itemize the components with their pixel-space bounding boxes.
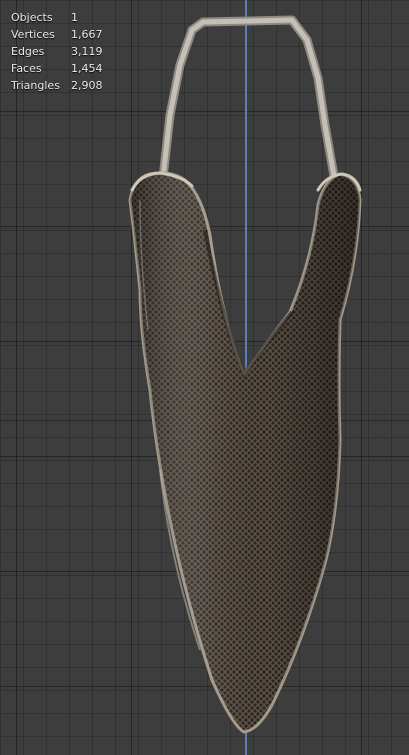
- stat-value: 3,119: [71, 45, 103, 58]
- stat-label: Edges: [11, 45, 45, 58]
- 3d-viewport[interactable]: Objects 1 Vertices 1,667 Edges 3,119 Fac…: [0, 0, 409, 755]
- stat-label: Faces: [11, 62, 42, 75]
- mail-body[interactable]: [128, 171, 362, 734]
- stat-row-vertices: Vertices 1,667: [11, 26, 103, 43]
- stat-value: 2,908: [71, 79, 103, 92]
- stat-value: 1,667: [71, 28, 103, 41]
- chainmail-top-model[interactable]: [0, 0, 409, 755]
- stat-label: Objects: [11, 11, 53, 24]
- stat-label: Vertices: [11, 28, 55, 41]
- stat-row-objects: Objects 1: [11, 9, 103, 26]
- neck-strap[interactable]: [158, 15, 339, 183]
- stat-row-triangles: Triangles 2,908: [11, 77, 103, 94]
- scene-statistics-overlay: Objects 1 Vertices 1,667 Edges 3,119 Fac…: [11, 9, 103, 94]
- stat-row-edges: Edges 3,119: [11, 43, 103, 60]
- stat-value: 1,454: [71, 62, 103, 75]
- stat-row-faces: Faces 1,454: [11, 60, 103, 77]
- stat-value: 1: [71, 11, 78, 24]
- stat-label: Triangles: [11, 79, 60, 92]
